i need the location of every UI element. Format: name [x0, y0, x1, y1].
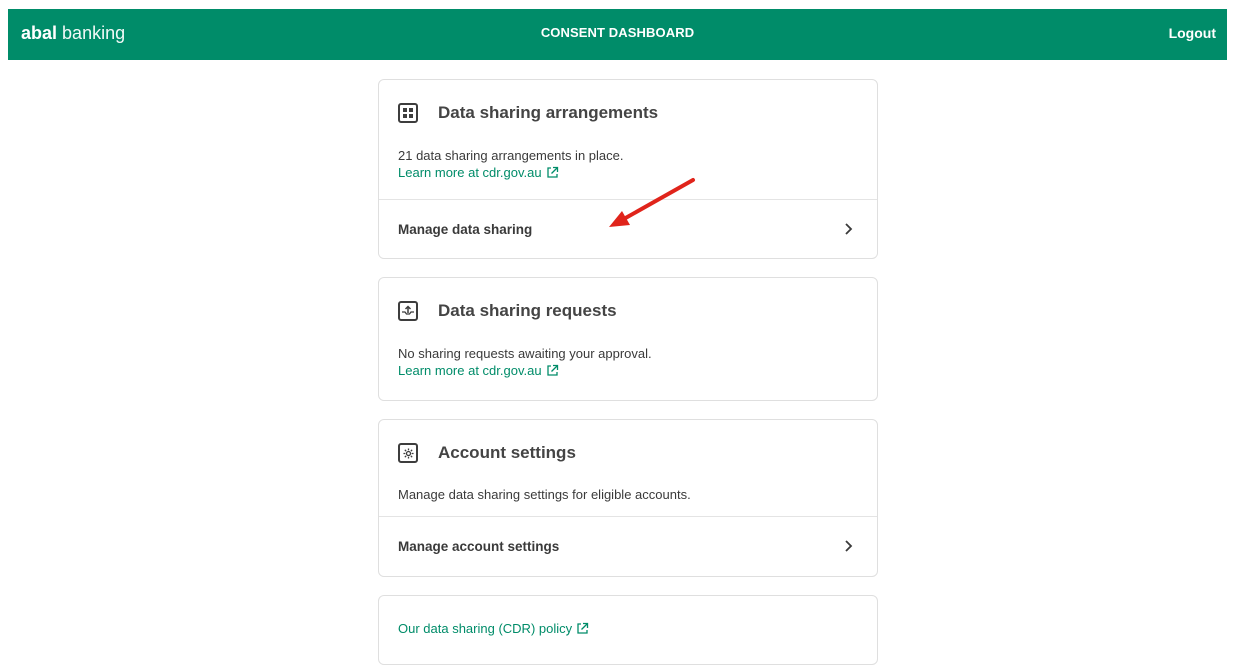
annotation-arrow-icon	[609, 178, 695, 227]
chevron-right-icon	[845, 540, 853, 552]
top-nav-bar: abal banking CONSENT DASHBOARD Logout	[8, 9, 1227, 60]
policy-card: Our data sharing (CDR) policy	[378, 595, 878, 665]
requests-learn-more-link[interactable]: Learn more at cdr.gov.au	[398, 362, 559, 379]
requests-description: No sharing requests awaiting your approv…	[398, 346, 652, 361]
manage-account-settings-row[interactable]: Manage account settings	[379, 517, 877, 575]
chevron-right-icon	[845, 223, 853, 235]
account-settings-header: Account settings	[398, 443, 576, 463]
page-title: CONSENT DASHBOARD	[540, 25, 695, 40]
arrangements-description: 21 data sharing arrangements in place.	[398, 148, 624, 163]
external-link-icon	[546, 166, 558, 178]
requests-summary: No sharing requests awaiting your approv…	[398, 345, 652, 379]
account-settings-description: Manage data sharing settings for eligibl…	[398, 487, 691, 502]
arrangements-summary: 21 data sharing arrangements in place. L…	[398, 147, 623, 181]
logout-button[interactable]: Logout	[1169, 25, 1216, 41]
cdr-policy-label: Our data sharing (CDR) policy	[398, 621, 573, 636]
requests-card: Data sharing requests No sharing request…	[378, 277, 878, 401]
external-link-icon	[546, 364, 558, 376]
account-settings-card: Account settings Manage data sharing set…	[378, 419, 878, 577]
account-settings-title: Account settings	[438, 443, 576, 462]
learn-more-label: Learn more at cdr.gov.au	[398, 363, 542, 378]
grid-icon	[398, 103, 418, 123]
manage-data-sharing-label: Manage data sharing	[398, 222, 533, 237]
settings-gear-icon	[398, 443, 418, 463]
inbox-upload-icon	[398, 301, 418, 321]
cdr-policy-link[interactable]: Our data sharing (CDR) policy	[398, 620, 589, 637]
arrangements-header: Data sharing arrangements	[398, 103, 658, 123]
external-link-icon	[577, 622, 589, 634]
arrangements-learn-more-link[interactable]: Learn more at cdr.gov.au	[398, 164, 559, 181]
manage-account-settings-label: Manage account settings	[398, 539, 560, 554]
requests-header: Data sharing requests	[398, 301, 617, 321]
learn-more-label: Learn more at cdr.gov.au	[398, 165, 542, 180]
requests-title: Data sharing requests	[438, 301, 617, 320]
arrangements-title: Data sharing arrangements	[438, 103, 659, 122]
